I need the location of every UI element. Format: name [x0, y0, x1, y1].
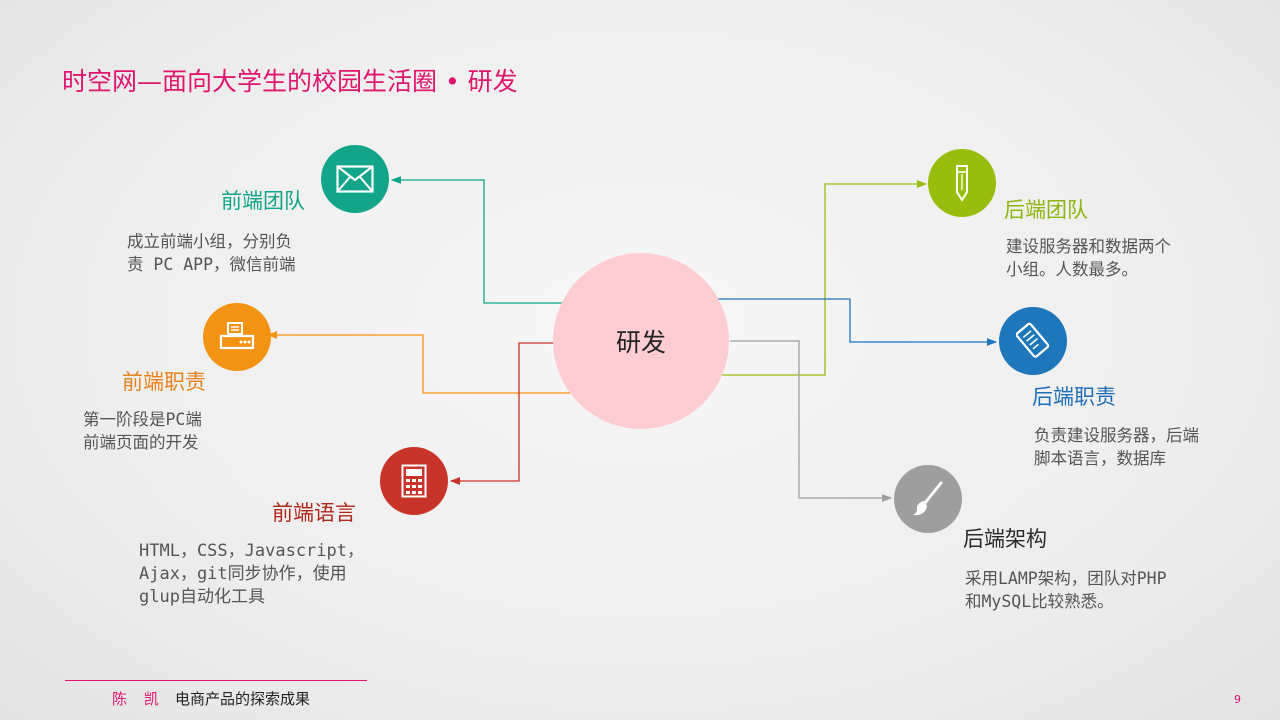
backend-arch-label: 后端架构 — [963, 527, 1047, 551]
backend-duty-node — [999, 307, 1067, 375]
frontend-lang-desc: HTML，CSS，Javascript， Ajax，git同步协作，使用 glu… — [139, 541, 364, 607]
frontend-duty-desc: 第一阶段是PC端 前端页面的开发 — [83, 410, 202, 452]
backend-team-label: 后端团队 — [1004, 198, 1088, 222]
pencil-icon — [956, 165, 968, 202]
connector-frontend-team — [390, 176, 562, 304]
backend-arch-node — [894, 465, 962, 533]
page-number: 9 — [1234, 693, 1241, 706]
frontend-duty-node — [203, 303, 271, 371]
connector-backend-duty — [718, 298, 998, 346]
printer-icon — [219, 322, 255, 350]
footer-author: 陈 凯 — [112, 690, 165, 708]
connector-frontend-duty — [266, 331, 570, 394]
footer-divider — [65, 680, 367, 681]
backend-team-desc: 建设服务器和数据两个 小组。人数最多。 — [1006, 237, 1171, 279]
backend-duty-label: 后端职责 — [1032, 385, 1116, 409]
document-icon — [1016, 322, 1050, 358]
envelope-icon — [336, 165, 374, 193]
frontend-team-node — [321, 145, 389, 213]
center-node: 研发 — [553, 253, 729, 429]
footer-subtitle: 电商产品的探索成果 — [175, 690, 311, 708]
frontend-team-label: 前端团队 — [221, 189, 305, 213]
center-label: 研发 — [615, 328, 666, 357]
connector-backend-team — [722, 180, 928, 376]
frontend-duty-label: 前端职责 — [122, 370, 206, 394]
calculator-icon — [401, 464, 427, 498]
backend-team-node — [928, 149, 996, 217]
backend-arch-desc: 采用LAMP架构，团队对PHP 和MySQL比较熟悉。 — [965, 569, 1167, 611]
brush-icon — [913, 481, 943, 516]
connector-backend-arch — [730, 340, 893, 502]
frontend-lang-label: 前端语言 — [272, 501, 356, 525]
frontend-lang-node — [380, 447, 448, 515]
frontend-team-desc: 成立前端小组，分别负 责 PC APP，微信前端 — [127, 232, 296, 274]
backend-duty-desc: 负责建设服务器，后端 脚本语言，数据库 — [1034, 426, 1199, 468]
connector-frontend-lang — [449, 342, 555, 485]
